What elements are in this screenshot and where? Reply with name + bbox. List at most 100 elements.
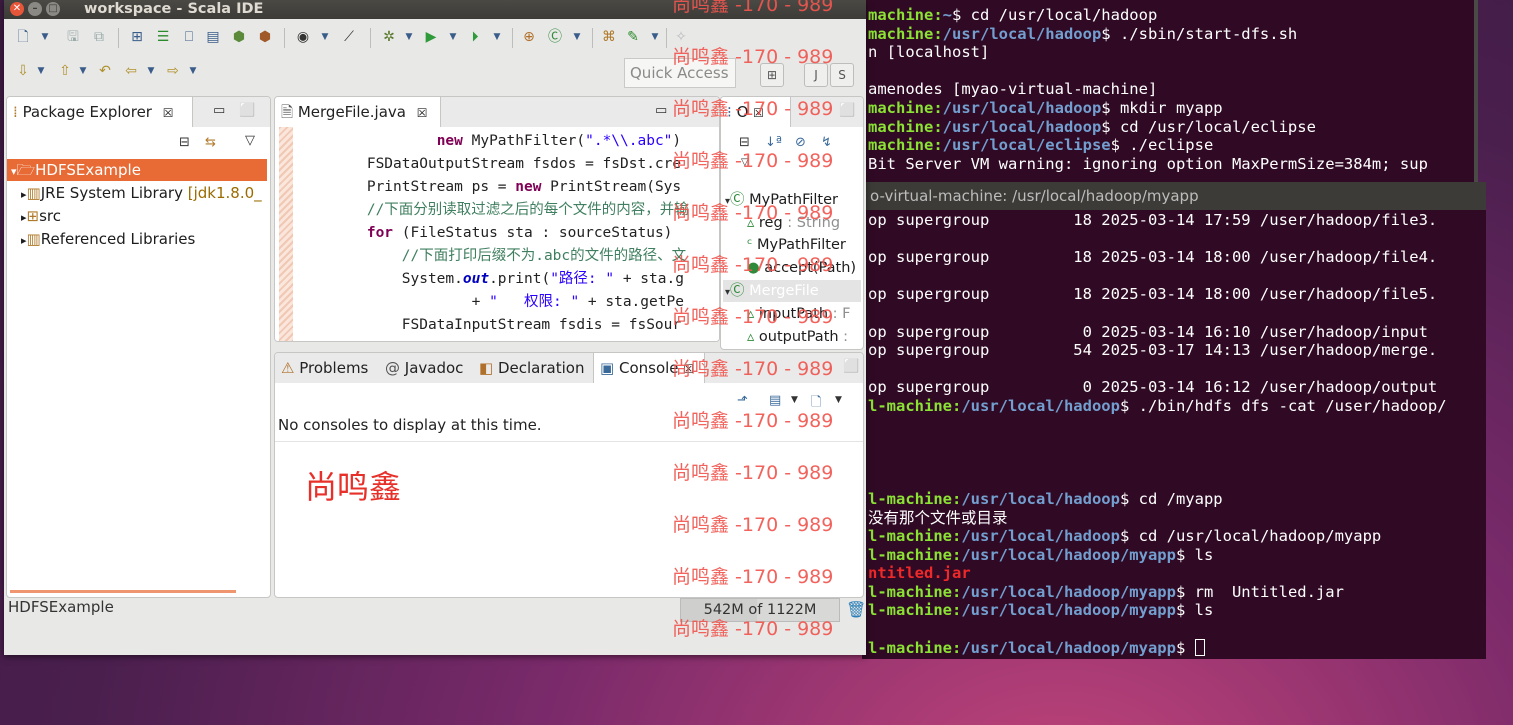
tab-problems[interactable]: ⚠ Problems [275, 353, 375, 383]
minimize-icon[interactable]: ▭ [655, 103, 667, 118]
problems-icon: ⚠ [281, 359, 295, 377]
tab-package-explorer[interactable]: ⁞ Package Explorer ☒ [7, 97, 193, 127]
tree-item[interactable]: ▸▥Referenced Libraries [7, 228, 195, 250]
new-java-package-icon[interactable]: ⊕ [520, 28, 538, 46]
outline-item[interactable]: ▾Ⓒ MergeFile [723, 280, 861, 302]
dropdown-icon[interactable]: ▼ [74, 62, 92, 80]
source-folder-icon: ⊞ [26, 207, 40, 225]
open-type-icon[interactable]: ⌘ [600, 28, 618, 46]
last-edit-icon[interactable]: ↶ [96, 62, 114, 80]
dropdown-icon[interactable]: ▼ [184, 62, 202, 80]
tab-declaration[interactable]: ◧ Declaration [473, 353, 593, 383]
dropdown-icon[interactable]: ▼ [316, 28, 334, 46]
code-line: PrintStream ps = new PrintStream(Sys [297, 176, 681, 199]
javadoc-icon[interactable]: ⎕ [180, 28, 198, 46]
terminal-back[interactable]: machine:~$ cd /usr/local/hadoop machine:/… [862, 0, 1474, 182]
tree-item-label: HDFSExample [35, 161, 141, 179]
previous-annotation-icon[interactable]: ⇧ [56, 62, 74, 80]
terminal-line: machine:/usr/local/hadoop$ mkdir myapp [868, 99, 1474, 118]
terminal-cursor [1194, 638, 1205, 656]
terminal-output[interactable]: op supergroup 18 2025-03-14 17:59 /user/… [862, 210, 1486, 657]
toggle-mark-icon[interactable]: ⊞ [128, 28, 146, 46]
scala-perspective-icon[interactable]: S [830, 63, 854, 87]
watermark-text: 尚鸣鑫 -170 - 989 [672, 618, 834, 640]
save-all-icon[interactable]: ⧉ [90, 28, 108, 46]
tab-label: MergeFile.java [297, 103, 406, 121]
save-icon[interactable]: 🖫 [64, 28, 82, 46]
terminal-text: op supergroup 18 2025-03-14 18:00 /user/… [868, 248, 1438, 267]
minimize-window-button[interactable]: – [28, 2, 42, 16]
dropdown-icon[interactable]: ▼ [400, 28, 418, 46]
terminal-text: op supergroup 18 2025-03-14 18:00 /user/… [868, 285, 1438, 304]
tree-item[interactable]: ▾🗁HDFSExample [7, 159, 267, 181]
minimize-icon[interactable]: ▭ [213, 103, 225, 118]
terminal-line: Bit Server VM warning: ignoring option M… [868, 155, 1474, 174]
terminal-line: amenodes [myao-virtual-machine] [868, 80, 1474, 99]
next-annotation-icon[interactable]: ⇩ [14, 62, 32, 80]
tasks-icon[interactable]: ☰ [154, 28, 172, 46]
close-icon[interactable]: ☒ [417, 106, 428, 120]
new-scala-project-icon[interactable]: ⬢ [230, 28, 248, 46]
code-token: System. [297, 271, 463, 287]
maximize-window-button[interactable]: □ [46, 2, 60, 16]
terminal-text: /usr/local/hadoop [961, 396, 1120, 415]
code-token: + sta.getPe [579, 294, 684, 310]
outline-item[interactable]: ▵ outputPath : [747, 326, 848, 348]
dropdown-icon[interactable]: ▼ [142, 62, 160, 80]
terminal-text: machine: [868, 98, 943, 117]
terminal-text: l-machine: [868, 396, 962, 415]
new-scala-class-icon[interactable]: ⬢ [256, 28, 274, 46]
garbage-collect-icon[interactable]: 🗑 [846, 600, 866, 619]
tree-item[interactable]: ▸⊞src [7, 205, 61, 227]
skip-breakpoints-icon[interactable]: ⟋ [340, 28, 358, 46]
editor-ruler [279, 127, 293, 341]
new-icon[interactable]: 🗋 [14, 28, 32, 46]
dropdown-icon[interactable]: ▼ [791, 395, 798, 405]
terminal-front[interactable]: o-virtual-machine: /usr/local/hadoop/mya… [862, 182, 1486, 659]
close-window-button[interactable]: ✕ [10, 2, 24, 16]
terminal-line: n [localhost] [868, 43, 1474, 62]
search-icon[interactable]: ✎ [624, 28, 642, 46]
console-icon[interactable]: ▤ [204, 28, 222, 46]
new-java-class-icon[interactable]: Ⓒ [546, 28, 564, 46]
dropdown-icon[interactable]: ▼ [646, 28, 664, 46]
run-icon[interactable]: ▶ [422, 28, 440, 46]
terminal-text: /usr/local/hadoop [942, 117, 1102, 136]
maximize-icon[interactable]: ⬜ [839, 103, 855, 118]
tree-item[interactable]: ▸▥JRE System Library [jdk1.8.0_ [7, 182, 262, 204]
watermark-text: 尚鸣鑫 -170 - 989 [672, 566, 834, 588]
dropdown-icon[interactable]: ▼ [36, 28, 54, 46]
code-token: //下面打印后缀不为.abc的文件的路径、文 [297, 248, 687, 264]
view-menu-icon[interactable]: ▽ [245, 133, 255, 148]
tab-label: Console [618, 359, 679, 377]
dropdown-icon[interactable]: ▼ [32, 62, 50, 80]
dropdown-icon[interactable]: ▼ [835, 395, 842, 405]
back-icon[interactable]: ⇦ [122, 62, 140, 80]
terminal-text: /usr/local/hadoop/myapp [961, 601, 1176, 620]
terminal-text: ntitled.jar [868, 564, 971, 583]
terminal-text: ~ [942, 6, 952, 24]
profile-icon[interactable]: ◉ [294, 28, 312, 46]
collapse-all-icon[interactable]: ⊟ [179, 135, 190, 150]
tab-mergefile-java[interactable]: 🗎 MergeFile.java ☒ [275, 97, 441, 127]
debug-icon[interactable]: ✲ [380, 28, 398, 46]
maximize-icon[interactable]: ⬜ [843, 359, 859, 374]
close-icon[interactable]: ☒ [163, 106, 174, 120]
forward-icon[interactable]: ⇨ [164, 62, 182, 80]
dropdown-icon[interactable]: ▼ [568, 28, 586, 46]
dropdown-icon[interactable]: ▼ [444, 28, 462, 46]
dropdown-icon[interactable]: ▼ [488, 28, 506, 46]
link-with-editor-icon[interactable]: ⇆ [205, 135, 216, 150]
terminal-line: 没有那个文件或目录 [868, 509, 1486, 528]
terminal-line: l-machine:/usr/local/hadoop/myapp$ [868, 638, 1486, 658]
watermark-text: 尚鸣鑫 -170 - 989 [672, 150, 834, 172]
terminal-line: l-machine:/usr/local/hadoop$ cd /myapp [868, 490, 1486, 509]
tab-javadoc[interactable]: @ Javadoc [379, 353, 475, 383]
horizontal-scrollbar[interactable] [10, 590, 236, 593]
maximize-icon[interactable]: ⬜ [239, 103, 255, 118]
code-editor[interactable]: new MyPathFilter(".*\\.abc") FSDataOutpu… [275, 127, 719, 341]
terminal-text: $ ls [1175, 601, 1214, 620]
run-external-icon[interactable]: ⏵ [466, 28, 484, 46]
